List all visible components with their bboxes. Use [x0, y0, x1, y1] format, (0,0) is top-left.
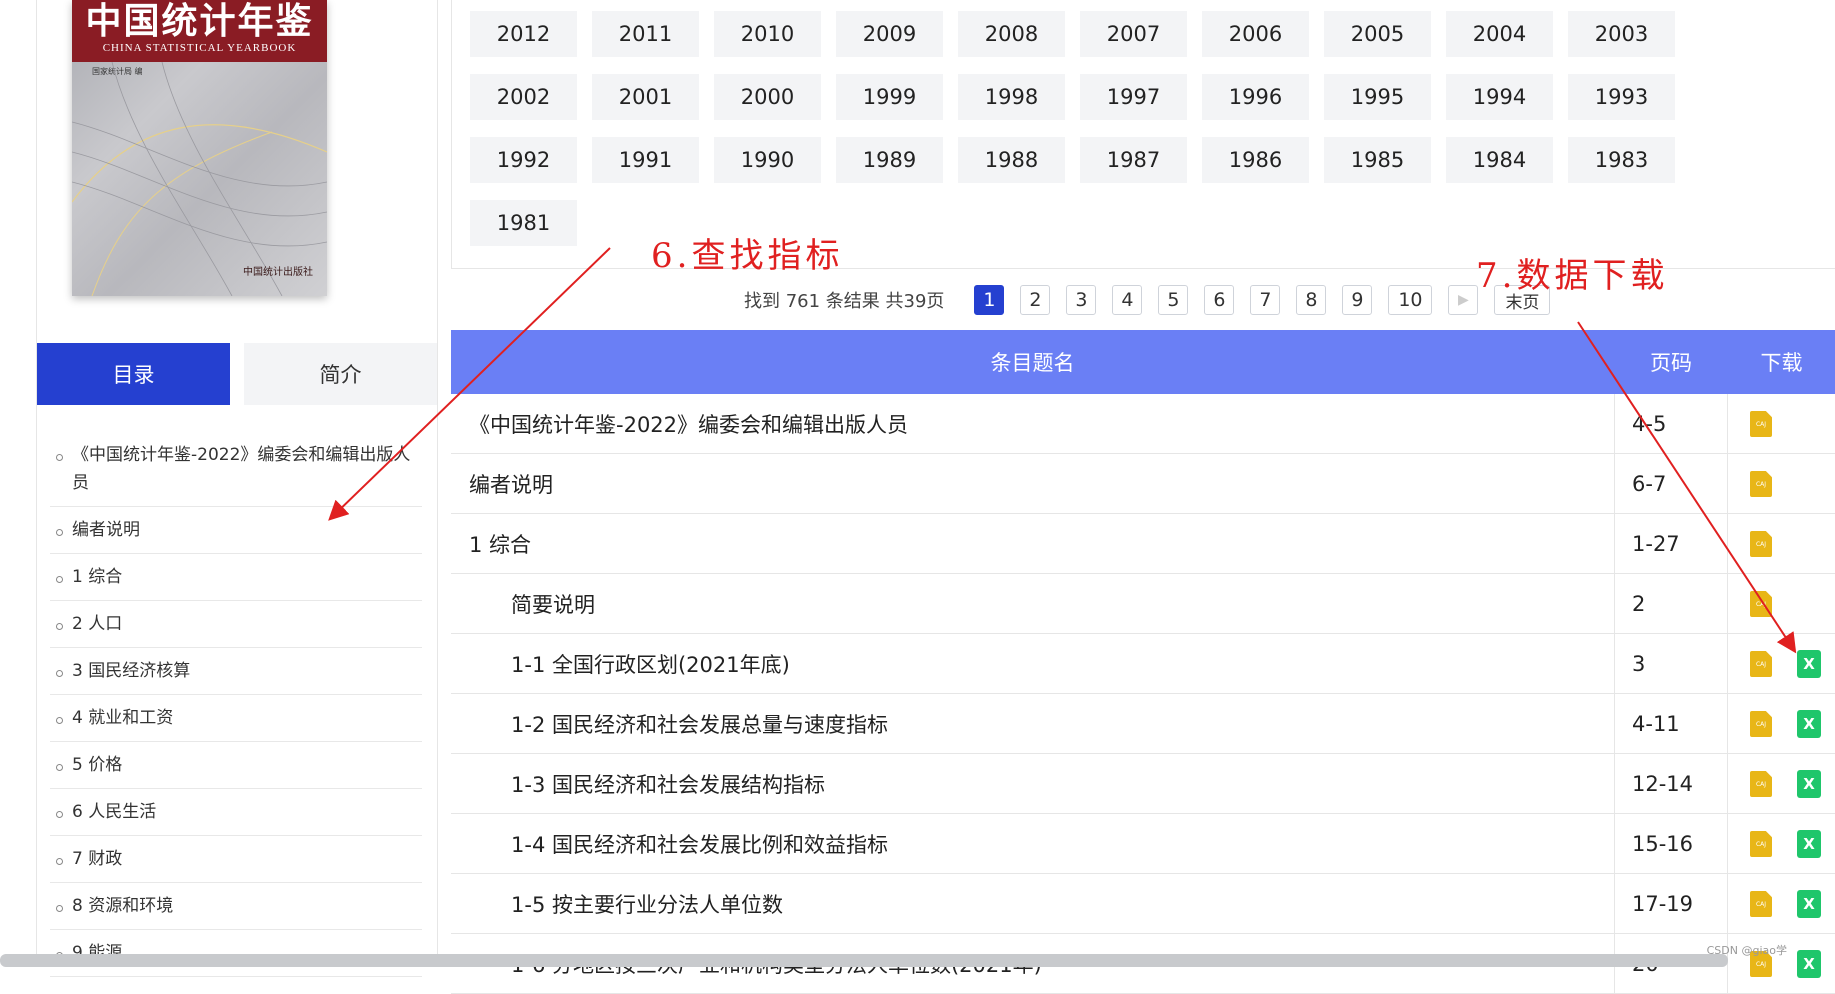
- arrow-to-excel: [1577, 321, 1797, 654]
- watermark: CSDN @giao学: [1706, 944, 1787, 957]
- annotation-arrows: [328, 247, 1797, 654]
- horizontal-scrollbar[interactable]: [0, 954, 1728, 967]
- arrow-to-toc: [328, 247, 611, 521]
